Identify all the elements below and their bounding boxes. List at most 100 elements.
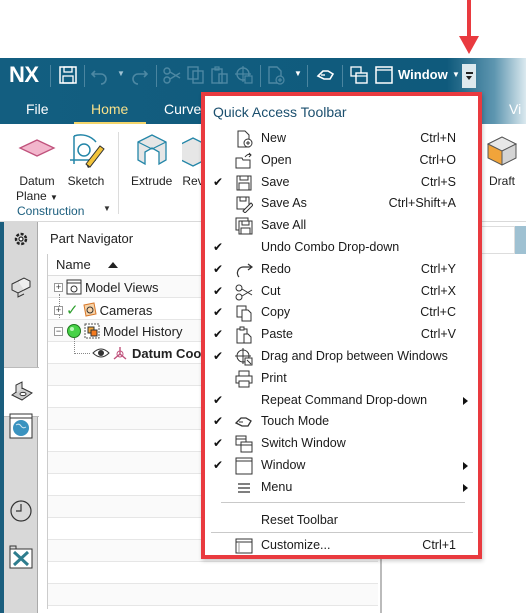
cut-icon [234, 282, 254, 302]
menu-item-shortcut: Ctrl+S [420, 174, 456, 189]
menu-item-label: Print [261, 370, 287, 385]
menu-item-shortcut: Ctrl+1 [422, 538, 456, 552]
tab-view[interactable]: Vi [509, 101, 521, 117]
qat-window-icon[interactable] [373, 64, 395, 86]
qat-separator [50, 65, 51, 87]
construction-group-dropdown[interactable]: ▼ [103, 204, 111, 213]
resource-history-tab[interactable] [8, 498, 34, 524]
qat-switch-window-icon[interactable] [348, 64, 370, 86]
menu-item-print[interactable]: Print [205, 368, 478, 390]
checkmark-icon: ✔ [213, 327, 224, 342]
tab-home[interactable]: Home [91, 101, 128, 117]
menu-item-label: New [261, 131, 287, 145]
menu-item-cut[interactable]: ✔ Cut Ctrl+X [205, 281, 478, 303]
menu-item-label: Copy [261, 305, 291, 320]
tree-node-model-history[interactable]: − Model History [54, 323, 182, 339]
qat-window-label[interactable]: Window [398, 67, 448, 82]
datum-plane-label-2: Plane [16, 189, 47, 203]
qat-window-dropdown[interactable]: ▼ [452, 70, 460, 79]
sort-ascending-icon [108, 262, 118, 268]
menu-item-shortcut: Ctrl+O [419, 152, 456, 167]
menu-item-copy[interactable]: ✔ Copy Ctrl+C [205, 302, 478, 324]
qat-undo-icon[interactable] [88, 64, 110, 86]
menu-item-customize[interactable]: Customize... Ctrl+1 [205, 535, 478, 557]
menu-item-shortcut: Ctrl+N [420, 131, 456, 145]
expand-icon[interactable]: + [54, 305, 63, 315]
datum-plane-dropdown-icon[interactable]: ▼ [50, 193, 58, 202]
qat-repeat-command-dropdown[interactable]: ▼ [294, 69, 302, 78]
check-status-icon: ✓ [66, 302, 79, 319]
qat-new-icon[interactable] [265, 64, 287, 86]
resource-web-browser-tab[interactable] [8, 413, 34, 439]
sketch-button[interactable]: Sketch [66, 130, 106, 189]
clock-icon [10, 500, 32, 522]
checkmark-icon: ✔ [213, 436, 224, 451]
menu-item-repeat-command-drop-down[interactable]: ✔ Repeat Command Drop-down [205, 390, 478, 412]
menu-item-undo-combo-drop-down[interactable]: ✔ Undo Combo Drop-down [205, 237, 478, 259]
touch-mode-icon [234, 412, 254, 432]
menu-item-label: Customize... [261, 538, 331, 552]
qat-touch-mode-icon[interactable] [315, 64, 337, 86]
eye-visibility-icon[interactable] [92, 346, 110, 360]
qat-cut-icon[interactable] [161, 64, 183, 86]
checkmark-icon: ✔ [213, 392, 224, 407]
sketch-icon [70, 134, 105, 168]
sketch-label: Sketch [67, 174, 105, 188]
new-file-icon [234, 129, 254, 149]
qat-undo-dropdown[interactable]: ▼ [117, 69, 125, 78]
menu-item-reset-toolbar[interactable]: Reset Toolbar [205, 510, 478, 532]
resource-bar [0, 222, 40, 613]
qat-customize-caret-icon [466, 75, 472, 80]
menu-item-drag-and-drop-between-windows[interactable]: ✔ Drag and Drop between Windows [205, 346, 478, 368]
extrude-button[interactable]: Extrude [131, 130, 172, 189]
resource-reuse-library-tab[interactable] [8, 544, 34, 570]
qat-redo-icon[interactable] [129, 64, 151, 86]
draft-label: Draft [488, 174, 515, 188]
draft-button[interactable]: Draft [482, 130, 522, 189]
paste-icon [234, 325, 254, 345]
save-icon [234, 173, 254, 193]
qat-separator [260, 65, 261, 87]
checkmark-icon: ✔ [213, 261, 224, 276]
collapse-icon[interactable]: − [54, 326, 63, 336]
qat-save-icon[interactable] [57, 64, 79, 86]
resource-settings-tab[interactable] [8, 226, 34, 252]
qat-paste-icon[interactable] [209, 64, 231, 86]
tree-node-datum-coord[interactable]: Datum Coord [92, 345, 214, 361]
menu-item-redo[interactable]: ✔ Redo Ctrl+Y [205, 259, 478, 281]
menu-item-menu[interactable]: Menu [205, 477, 478, 499]
model-views-icon [66, 279, 82, 295]
tree-node-model-views[interactable]: + Model Views [54, 279, 158, 295]
menu-item-save[interactable]: ✔ Save Ctrl+S [205, 172, 478, 194]
qat-customize-dropdown-button[interactable] [462, 64, 476, 88]
menu-item-paste[interactable]: ✔ Paste Ctrl+V [205, 324, 478, 346]
title-bar: NX ▼ ▼ Window ▼ [0, 58, 526, 94]
tab-curve[interactable]: Curve [164, 101, 201, 117]
menu-icon [234, 478, 254, 498]
menu-item-open[interactable]: Open Ctrl+O [205, 150, 478, 172]
tree-connector [74, 353, 90, 354]
qat-drag-drop-icon[interactable] [233, 64, 255, 86]
menu-item-shortcut: Ctrl+C [420, 305, 456, 320]
navigator-row[interactable] [48, 562, 378, 584]
graphics-tab-2[interactable] [515, 226, 526, 254]
tree-node-cameras[interactable]: + ✓ Cameras [54, 301, 152, 319]
menu-item-new[interactable]: New Ctrl+N [205, 128, 478, 150]
menu-item-save-all[interactable]: Save All [205, 215, 478, 237]
tab-file[interactable]: File [26, 101, 49, 117]
qat-customize-bar-icon [465, 72, 473, 74]
datum-plane-button[interactable]: Datum Plane ▼ [16, 130, 58, 205]
menu-item-touch-mode[interactable]: ✔ Touch Mode [205, 411, 478, 433]
column-header-name-label: Name [56, 257, 91, 272]
qat-copy-icon[interactable] [185, 64, 207, 86]
resource-part-navigator-tab[interactable] [4, 367, 40, 417]
checkmark-icon: ✔ [213, 414, 224, 429]
expand-icon[interactable]: + [54, 282, 63, 292]
menu-item-save-as[interactable]: Save As Ctrl+Shift+A [205, 193, 478, 215]
navigator-row[interactable] [48, 584, 378, 606]
menu-item-switch-window[interactable]: ✔ Switch Window [205, 433, 478, 455]
menu-separator [211, 532, 473, 533]
resource-assembly-navigator-tab[interactable] [8, 274, 34, 300]
menu-item-window[interactable]: ✔ Window [205, 455, 478, 477]
part-navigator-icon [11, 381, 33, 401]
